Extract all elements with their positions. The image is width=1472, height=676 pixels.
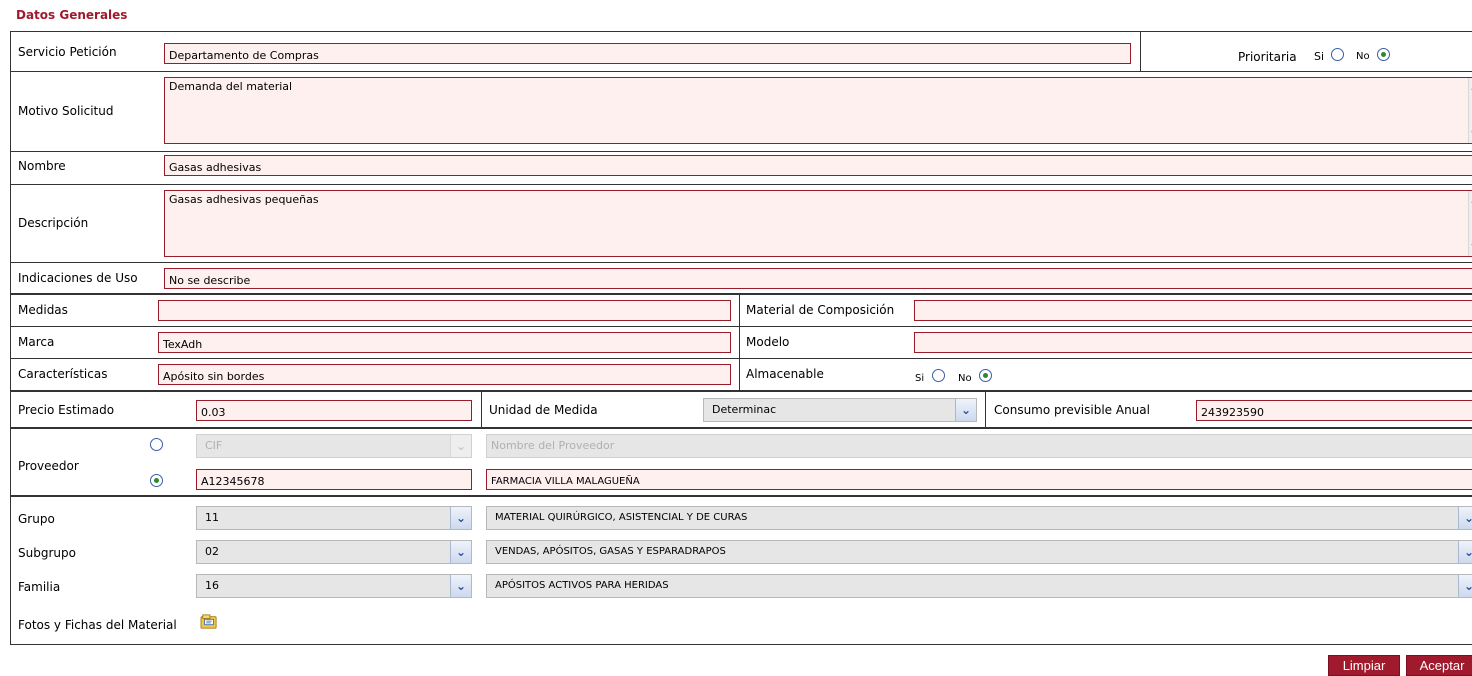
descripcion-value: Gasas adhesivas pequeñas — [169, 193, 319, 206]
almacenable-no-radio[interactable] — [979, 369, 992, 382]
prioritaria-label: Prioritaria — [1238, 50, 1297, 64]
proveedor-cif-field[interactable]: A12345678 — [196, 469, 472, 490]
section-title: Datos Generales — [16, 8, 128, 22]
chevron-down-icon: ⌄ — [1458, 507, 1472, 529]
indicaciones-field[interactable]: No se describe — [164, 268, 1472, 289]
unidad-value: Determinac — [712, 403, 777, 416]
proveedor-cif-select[interactable]: CIF ⌄ — [196, 434, 472, 458]
familia-code: 16 — [205, 579, 219, 592]
descripcion-field[interactable]: Gasas adhesivas pequeñas ▲▼ — [164, 190, 1472, 257]
subgrupo-code: 02 — [205, 545, 219, 558]
nombre-label: Nombre — [18, 159, 66, 173]
subgrupo-name: VENDAS, APÓSITOS, GASAS Y ESPARADRAPOS — [495, 546, 726, 557]
proveedor-option1-radio[interactable] — [150, 438, 163, 451]
precio-field[interactable]: 0.03 — [196, 400, 472, 421]
consumo-field[interactable]: 243923590 — [1196, 400, 1472, 421]
familia-label: Familia — [18, 580, 61, 594]
motivo-value: Demanda del material — [169, 80, 293, 93]
prioritaria-si-radio[interactable] — [1331, 48, 1344, 61]
familia-code-select[interactable]: 16 ⌄ — [196, 574, 472, 598]
proveedor-label: Proveedor — [18, 459, 79, 473]
almacenable-si-radio[interactable] — [932, 369, 945, 382]
prioritaria-no-label: No — [1356, 51, 1370, 62]
familia-name: APÓSITOS ACTIVOS PARA HERIDAS — [495, 580, 669, 591]
consumo-label: Consumo previsible Anual — [994, 403, 1150, 417]
servicio-label: Servicio Petición — [18, 45, 117, 59]
descripcion-scrollbar[interactable]: ▲▼ — [1468, 191, 1472, 256]
motivo-label: Motivo Solicitud — [18, 104, 114, 118]
chevron-down-icon: ⌄ — [450, 541, 471, 563]
fotos-label: Fotos y Fichas del Material — [18, 618, 177, 632]
prioritaria-si-label: Si — [1314, 50, 1325, 63]
chevron-down-icon: ⌄ — [450, 507, 471, 529]
grupo-code-select[interactable]: 11 ⌄ — [196, 506, 472, 530]
motivo-scrollbar[interactable]: ▲▼ — [1468, 78, 1472, 143]
marca-label: Marca — [18, 335, 55, 349]
caracteristicas-field[interactable]: Apósito sin bordes — [158, 364, 731, 385]
precio-label: Precio Estimado — [18, 403, 115, 417]
nombre-field[interactable]: Gasas adhesivas — [164, 155, 1472, 176]
servicio-field[interactable]: Departamento de Compras — [164, 43, 1131, 64]
proveedor-nombre-placeholder: Nombre del Proveedor — [491, 439, 615, 452]
descripcion-label: Descripción — [18, 216, 89, 230]
subgrupo-label: Subgrupo — [18, 546, 76, 560]
motivo-field[interactable]: Demanda del material ▲▼ — [164, 77, 1472, 144]
proveedor-cif-placeholder: CIF — [205, 439, 223, 452]
unidad-label: Unidad de Medida — [489, 403, 598, 417]
indicaciones-label: Indicaciones de Uso — [18, 271, 138, 285]
subgrupo-code-select[interactable]: 02 ⌄ — [196, 540, 472, 564]
proveedor-option2-radio[interactable] — [150, 474, 163, 487]
prioritaria-no-radio[interactable] — [1377, 48, 1390, 61]
chevron-down-icon: ⌄ — [450, 575, 471, 597]
grupo-label: Grupo — [18, 512, 55, 526]
proveedor-nombre-field[interactable]: FARMACIA VILLA MALAGUEÑA — [486, 469, 1472, 490]
subgrupo-name-select[interactable]: VENDAS, APÓSITOS, GASAS Y ESPARADRAPOS ⌄ — [486, 540, 1472, 564]
proveedor-nombre-select[interactable]: Nombre del Proveedor — [486, 434, 1472, 458]
chevron-down-icon: ⌄ — [1458, 575, 1472, 597]
marca-field[interactable]: TexAdh — [158, 332, 731, 353]
grupo-name: MATERIAL QUIRÚRGICO, ASISTENCIAL Y DE CU… — [495, 512, 748, 523]
limpiar-button[interactable]: Limpiar — [1328, 655, 1400, 676]
folder-icon[interactable] — [200, 614, 220, 632]
aceptar-button[interactable]: Aceptar — [1406, 655, 1472, 676]
chevron-down-icon: ⌄ — [450, 435, 471, 457]
chevron-down-icon: ⌄ — [1458, 541, 1472, 563]
medidas-label: Medidas — [18, 303, 68, 317]
caracteristicas-label: Características — [18, 367, 108, 381]
familia-name-select[interactable]: APÓSITOS ACTIVOS PARA HERIDAS ⌄ — [486, 574, 1472, 598]
almacenable-label: Almacenable — [746, 367, 824, 381]
medidas-field[interactable] — [158, 300, 731, 321]
almacenable-no-label: No — [958, 373, 972, 384]
almacenable-si-label: Si — [915, 373, 925, 384]
modelo-label: Modelo — [746, 335, 790, 349]
unidad-select[interactable]: Determinac ⌄ — [703, 398, 977, 422]
grupo-name-select[interactable]: MATERIAL QUIRÚRGICO, ASISTENCIAL Y DE CU… — [486, 506, 1472, 530]
modelo-field[interactable] — [914, 332, 1472, 353]
material-composicion-label: Material de Composición — [746, 303, 895, 317]
grupo-code: 11 — [205, 511, 219, 524]
material-composicion-field[interactable] — [914, 300, 1472, 321]
chevron-down-icon: ⌄ — [955, 399, 976, 421]
